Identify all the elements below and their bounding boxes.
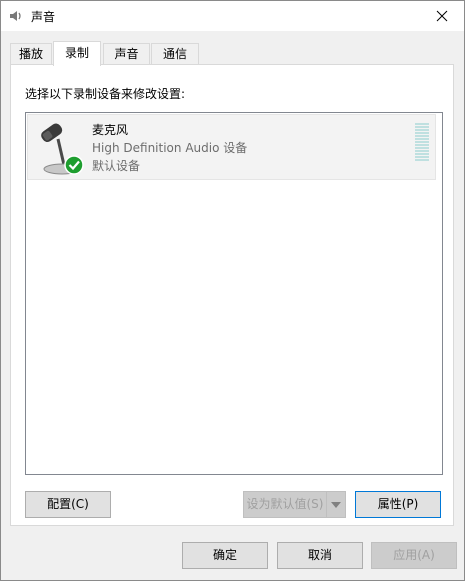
chevron-down-icon [331,501,341,508]
device-name: 麦克风 [92,123,129,137]
close-button[interactable] [420,1,464,31]
sound-dialog: 声音 播放 录制 声音 通信 选择以下录制设备来修改设置: 麦克风 High D… [0,0,465,581]
tab-recording[interactable]: 录制 [53,41,101,66]
window-title: 声音 [31,10,56,24]
dialog-footer: 确定 取消 应用(A) [1,531,464,580]
tab-communications[interactable]: 通信 [151,43,199,64]
tab-playback[interactable]: 播放 [10,43,52,64]
recording-panel: 选择以下录制设备来修改设置: 麦克风 High Definition Audio… [10,64,454,526]
set-default-button[interactable]: 设为默认值(S) [243,491,327,518]
device-description: High Definition Audio 设备 [92,141,248,155]
device-list[interactable]: 麦克风 High Definition Audio 设备 默认设备 [25,112,443,475]
configure-button[interactable]: 配置(C) [25,491,111,518]
tab-sounds[interactable]: 声音 [103,43,150,64]
ok-button[interactable]: 确定 [182,542,268,569]
microphone-icon [41,123,84,175]
list-item-microphone[interactable]: 麦克风 High Definition Audio 设备 默认设备 [27,114,436,180]
cancel-button[interactable]: 取消 [277,542,363,569]
check-icon [64,155,84,175]
title-bar[interactable]: 声音 [1,1,464,31]
properties-button[interactable]: 属性(P) [355,491,441,518]
device-status: 默认设备 [92,159,141,173]
apply-button[interactable]: 应用(A) [371,542,457,569]
level-meter [415,123,429,163]
speaker-icon [10,11,21,21]
set-default-dropdown[interactable] [326,491,346,518]
instruction-label: 选择以下录制设备来修改设置: [25,87,186,101]
close-icon [436,10,448,22]
